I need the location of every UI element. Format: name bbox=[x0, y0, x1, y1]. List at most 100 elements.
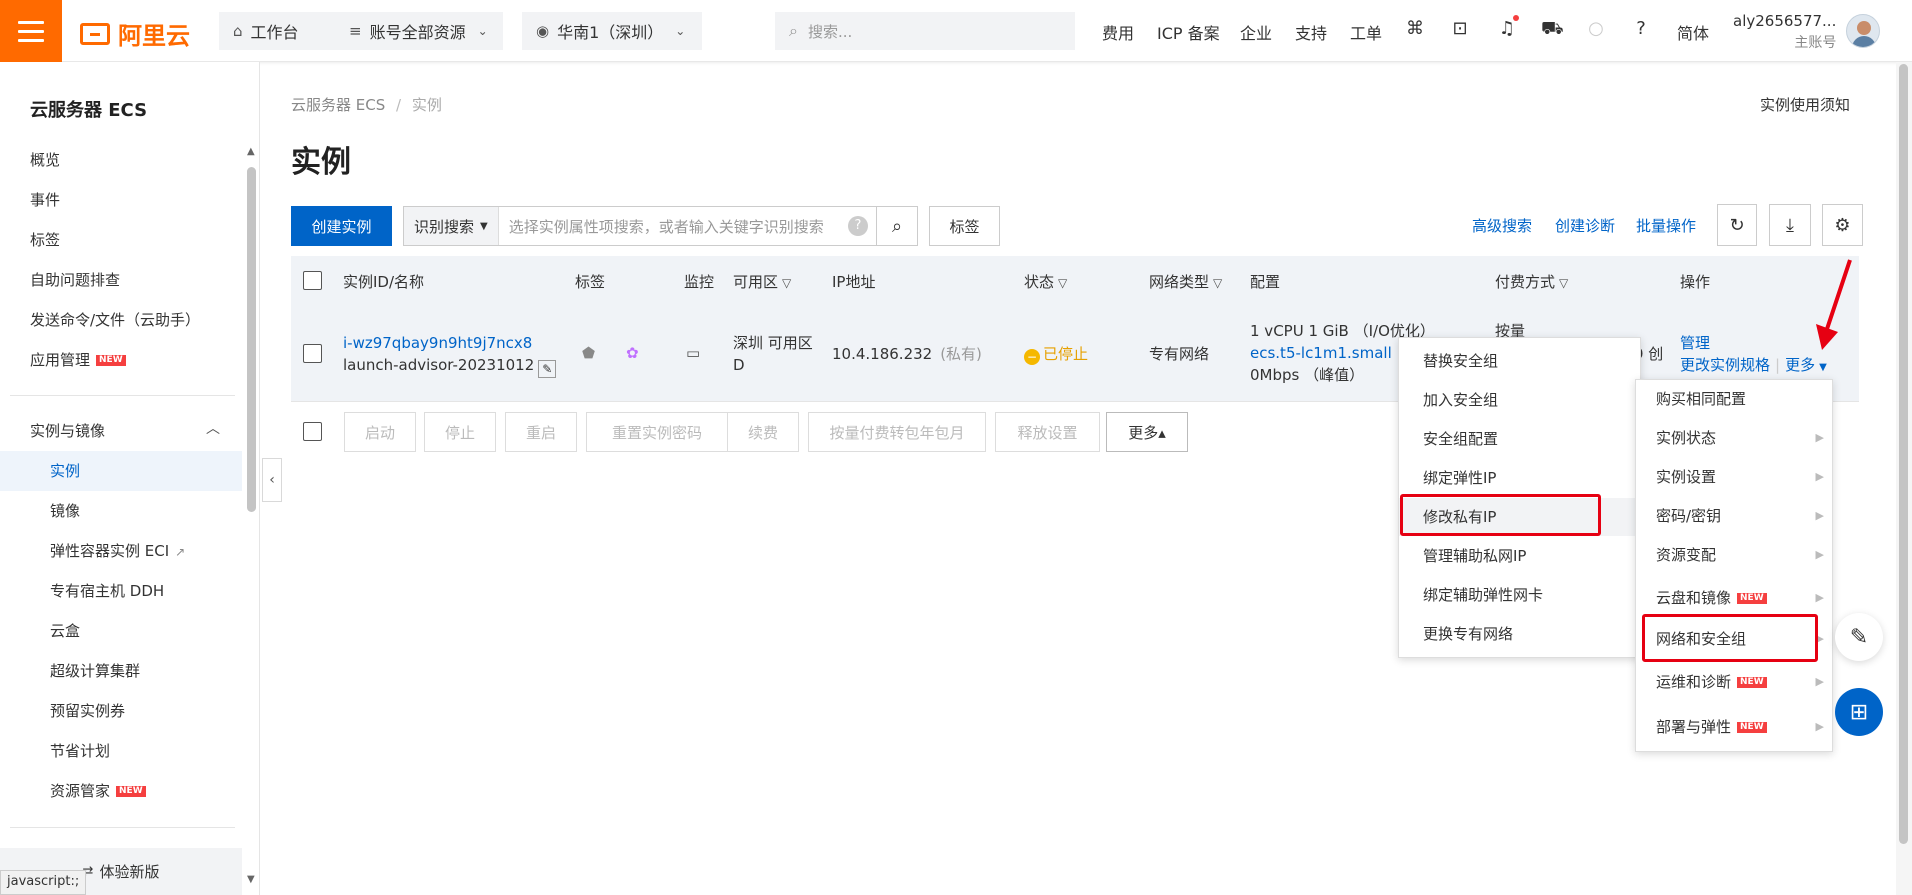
menu-item-join-security-group[interactable]: 加入安全组 bbox=[1399, 381, 1640, 419]
col-network-type[interactable]: 网络类型 ▽ bbox=[1149, 271, 1222, 292]
restart-button[interactable]: 重启 bbox=[505, 412, 577, 452]
new-badge: NEW bbox=[1737, 593, 1767, 604]
top-link-enterprise[interactable]: 企业 bbox=[1240, 20, 1272, 44]
breadcrumb-ecs[interactable]: 云服务器 ECS bbox=[291, 96, 385, 114]
manage-link[interactable]: 管理 bbox=[1680, 332, 1710, 354]
refresh-button[interactable]: ↻ bbox=[1717, 204, 1757, 246]
menu-item-buy-same-config[interactable]: 购买相同配置 bbox=[1636, 380, 1832, 418]
sidebar-item-eci[interactable]: 弹性容器实例 ECI ↗ bbox=[50, 539, 185, 563]
sidebar-collapse-button[interactable]: ‹ bbox=[262, 458, 282, 502]
user-account[interactable]: aly2656577... 主账号 bbox=[1733, 10, 1836, 54]
sidebar-item-scc[interactable]: 超级计算集群 bbox=[50, 659, 140, 683]
menu-item-instance-settings[interactable]: 实例设置 ▶ bbox=[1636, 458, 1832, 496]
language-switch[interactable]: 简体 bbox=[1677, 20, 1709, 44]
menu-item-ops-diagnosis[interactable]: 运维和诊断 NEW ▶ bbox=[1636, 663, 1832, 701]
menu-item-change-vpc[interactable]: 更换专有网络 bbox=[1399, 615, 1640, 653]
sidebar-scrollbar-thumb[interactable] bbox=[247, 167, 256, 512]
brand-logo[interactable]: 阿里云 bbox=[80, 16, 190, 51]
create-instance-button[interactable]: 创建实例 bbox=[291, 206, 392, 246]
menu-item-password-key[interactable]: 密码/密钥 ▶ bbox=[1636, 497, 1832, 535]
menu-item-bind-secondary-eni[interactable]: 绑定辅助弹性网卡 bbox=[1399, 576, 1640, 614]
batch-operations-link[interactable]: 批量操作 bbox=[1636, 215, 1696, 236]
menu-item-instance-status[interactable]: 实例状态 ▶ bbox=[1636, 419, 1832, 457]
search-mode-select[interactable]: 识别搜索 ▼ bbox=[404, 207, 499, 245]
sidebar-item-cloud-box[interactable]: 云盒 bbox=[50, 619, 80, 643]
sidebar-group-instances-images[interactable]: 实例与镜像 bbox=[30, 419, 105, 443]
bottom-more-button[interactable]: 更多▴ bbox=[1106, 412, 1188, 452]
sidebar-item-app-management[interactable]: 应用管理 NEW bbox=[30, 348, 126, 372]
top-link-billing[interactable]: 费用 bbox=[1102, 20, 1134, 44]
global-search-input[interactable]: ⌕ 搜索... bbox=[775, 12, 1075, 50]
sidebar-item-savings-plan[interactable]: 节省计划 bbox=[50, 739, 110, 763]
release-settings-button[interactable]: 释放设置 bbox=[995, 412, 1100, 452]
tag-icon[interactable]: ⬟ bbox=[582, 342, 595, 364]
sidebar-scrollbar[interactable]: ▲ ▼ bbox=[244, 62, 260, 895]
monitor-icon[interactable]: ▭ bbox=[686, 342, 700, 364]
sidebar-item-ddh[interactable]: 专有宿主机 DDH bbox=[50, 579, 164, 603]
search-submit-button[interactable]: ⌕ bbox=[877, 206, 918, 246]
code-icon[interactable]: ⌘ bbox=[1404, 18, 1426, 40]
instance-search-input[interactable]: 选择实例属性项搜索，或者输入关键字识别搜索 bbox=[499, 216, 848, 237]
change-spec-link[interactable]: 更改实例规格 bbox=[1680, 356, 1770, 374]
reset-password-button[interactable]: 重置实例密码 bbox=[586, 412, 728, 452]
hamburger-menu-button[interactable] bbox=[0, 0, 62, 62]
tag-filter-button[interactable]: 标签 bbox=[929, 206, 1000, 246]
sidebar-item-events[interactable]: 事件 bbox=[30, 188, 60, 212]
col-billing[interactable]: 付费方式 ▽ bbox=[1495, 271, 1568, 292]
menu-item-replace-security-group[interactable]: 替换安全组 bbox=[1399, 342, 1640, 380]
region-dropdown[interactable]: ◉ 华南1（深圳） ⌄ bbox=[522, 12, 702, 50]
bottom-select-all-checkbox[interactable] bbox=[303, 422, 322, 441]
scroll-down-icon[interactable]: ▼ bbox=[247, 874, 255, 885]
create-diagnosis-link[interactable]: 创建诊断 bbox=[1555, 215, 1615, 236]
start-button[interactable]: 启动 bbox=[344, 412, 416, 452]
stop-button[interactable]: 停止 bbox=[424, 412, 496, 452]
col-zone[interactable]: 可用区 ▽ bbox=[733, 271, 791, 292]
top-link-ticket[interactable]: 工单 bbox=[1350, 20, 1382, 44]
feedback-edit-button[interactable]: ✎ bbox=[1835, 613, 1883, 661]
terminal-icon[interactable]: ⊡ bbox=[1449, 18, 1471, 40]
account-resources-dropdown[interactable]: ≡ 账号全部资源 ⌄ bbox=[335, 12, 503, 50]
top-link-support[interactable]: 支持 bbox=[1295, 20, 1327, 44]
settings-button[interactable]: ⚙ bbox=[1822, 204, 1863, 246]
sidebar-item-instances[interactable]: 实例 bbox=[50, 459, 80, 483]
sidebar-item-tags[interactable]: 标签 bbox=[30, 228, 60, 252]
instance-type-link[interactable]: ecs.t5-lc1m1.small bbox=[1250, 342, 1392, 364]
apps-grid-button[interactable]: ⊞ bbox=[1835, 688, 1883, 736]
avatar[interactable] bbox=[1846, 14, 1880, 48]
menu-item-manage-secondary-private-ip[interactable]: 管理辅助私网IP bbox=[1399, 537, 1640, 575]
scroll-up-icon[interactable]: ▲ bbox=[247, 146, 255, 157]
lightbulb-icon[interactable]: ○ bbox=[1585, 18, 1607, 40]
row-checkbox[interactable] bbox=[303, 344, 322, 363]
menu-item-disk-image[interactable]: 云盘和镜像 NEW ▶ bbox=[1636, 579, 1832, 617]
instance-id-link[interactable]: i-wz97qbay9n9ht9j7ncx8 bbox=[343, 332, 532, 354]
page-scrollbar[interactable] bbox=[1896, 62, 1912, 895]
workbench-button[interactable]: ⌂ 工作台 bbox=[219, 12, 335, 50]
top-link-icp[interactable]: ICP 备案 bbox=[1157, 20, 1220, 44]
help-icon[interactable]: ? bbox=[1630, 18, 1652, 40]
sidebar-item-images[interactable]: 镜像 bbox=[50, 499, 80, 523]
select-all-checkbox[interactable] bbox=[303, 271, 322, 290]
menu-item-resource-change[interactable]: 资源变配 ▶ bbox=[1636, 536, 1832, 574]
bell-icon[interactable]: ♫ bbox=[1496, 18, 1518, 40]
cart-icon[interactable]: ⛟ bbox=[1541, 18, 1564, 40]
convert-billing-button[interactable]: 按量付费转包年包月 bbox=[808, 412, 986, 452]
sidebar-item-troubleshoot[interactable]: 自助问题排查 bbox=[30, 268, 120, 292]
download-button[interactable]: ⤓ bbox=[1769, 204, 1811, 246]
sidebar-item-overview[interactable]: 概览 bbox=[30, 148, 60, 172]
help-circle-icon[interactable]: ? bbox=[848, 216, 868, 236]
chevron-up-icon[interactable]: ︿ bbox=[206, 418, 220, 438]
edit-pencil-icon[interactable]: ✎ bbox=[538, 360, 557, 378]
sidebar-item-reserved-instances[interactable]: 预留实例券 bbox=[50, 699, 125, 723]
menu-item-security-group-config[interactable]: 安全组配置 bbox=[1399, 420, 1640, 458]
sidebar-item-resource-steward[interactable]: 资源管家 NEW bbox=[50, 779, 146, 803]
sidebar-item-cloud-assistant[interactable]: 发送命令/文件（云助手） bbox=[30, 308, 200, 332]
instance-usage-notice-link[interactable]: 实例使用须知 bbox=[1760, 94, 1850, 115]
page-scrollbar-thumb[interactable] bbox=[1899, 64, 1908, 844]
app-icon[interactable]: ✿ bbox=[626, 342, 639, 364]
renew-button[interactable]: 续费 bbox=[727, 412, 799, 452]
col-status[interactable]: 状态 ▽ bbox=[1024, 271, 1067, 292]
advanced-search-link[interactable]: 高级搜索 bbox=[1472, 215, 1532, 236]
more-actions-link[interactable]: 更多 bbox=[1785, 356, 1815, 374]
menu-item-deploy-elastic[interactable]: 部署与弹性 NEW ▶ bbox=[1636, 708, 1832, 746]
menu-item-bind-eip[interactable]: 绑定弹性IP bbox=[1399, 459, 1640, 497]
